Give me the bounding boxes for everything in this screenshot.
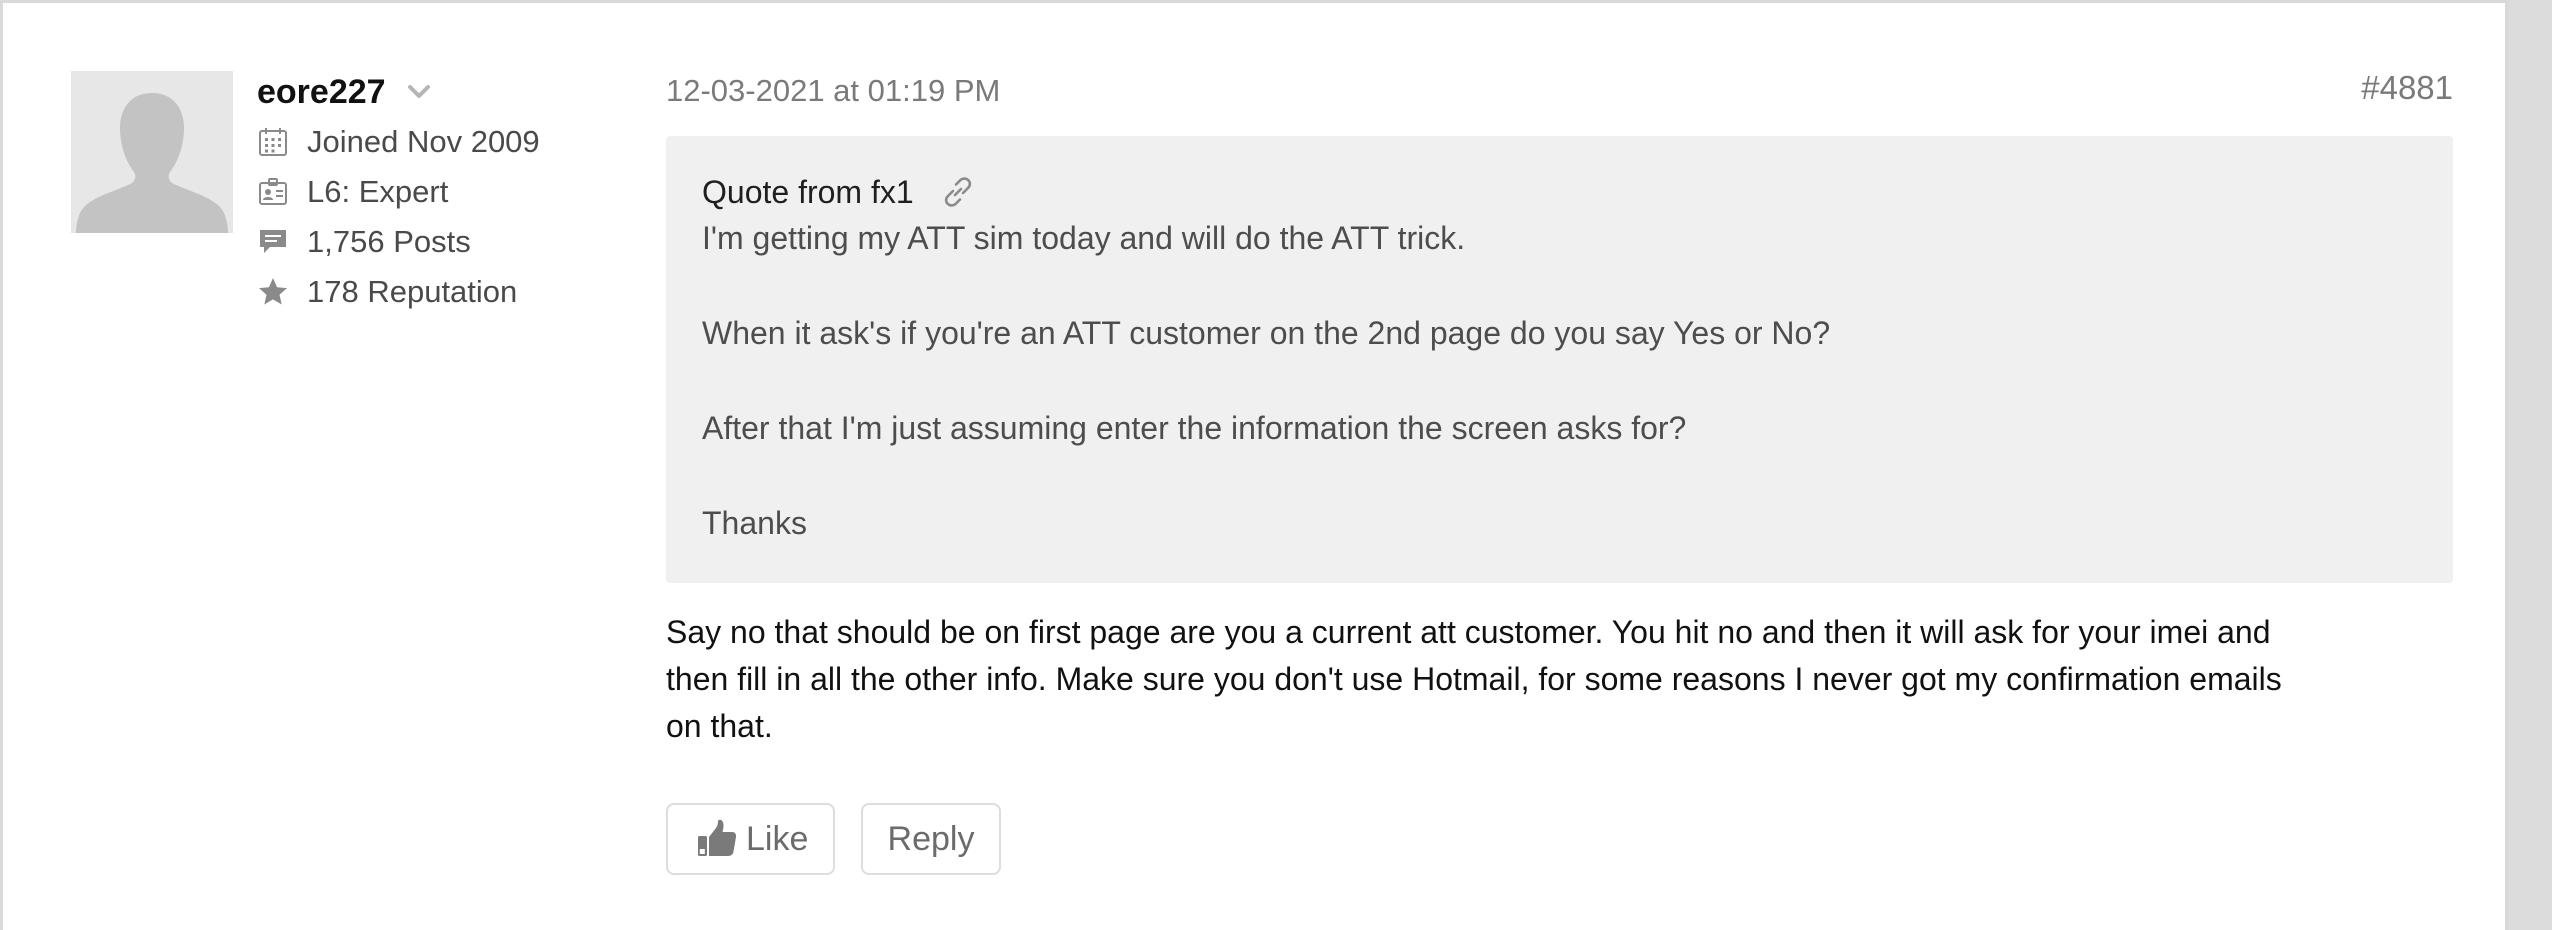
reputation-text: 178 Reputation	[307, 274, 518, 309]
star-icon	[257, 276, 289, 308]
post-body-line: Say no that should be on first page are …	[666, 614, 2271, 650]
post-body: Say no that should be on first page are …	[666, 609, 2466, 750]
post-card: eore227 Joined Nov 2009 L6: Expert 1,756…	[0, 0, 2508, 930]
default-user-avatar-icon[interactable]	[71, 71, 233, 233]
post-body-line: on that.	[666, 708, 773, 744]
speech-bubble-icon	[257, 226, 289, 258]
like-button[interactable]: Like	[666, 803, 835, 875]
quote-header: Quote from fx1	[702, 170, 2417, 214]
author-stats: Joined Nov 2009 L6: Expert 1,756 Posts 1…	[257, 117, 540, 317]
post-count-link[interactable]: 1,756 Posts	[307, 224, 471, 260]
user-level-text: L6: Expert	[307, 174, 449, 209]
thumbs-up-icon	[696, 817, 738, 861]
stat-level: L6: Expert	[257, 167, 540, 217]
id-badge-icon	[257, 176, 289, 208]
quote-line: Thanks	[702, 505, 807, 541]
forum-post-page: eore227 Joined Nov 2009 L6: Expert 1,756…	[0, 0, 2552, 930]
stat-reputation: 178 Reputation	[257, 267, 540, 317]
joined-date-text: Joined Nov 2009	[307, 124, 540, 159]
post-permalink[interactable]: #4881	[2361, 69, 2453, 106]
post-number-container: #4881	[2253, 69, 2453, 107]
post-actions: Like Reply	[666, 803, 1001, 875]
quote-line: I'm getting my ATT sim today and will do…	[702, 220, 1466, 256]
scrollbar-gutter[interactable]	[2508, 0, 2552, 930]
author-header: eore227	[257, 67, 432, 117]
post-timestamp: 12-03-2021 at 01:19 PM	[666, 73, 1001, 108]
calendar-icon	[257, 126, 289, 158]
stat-posts: 1,756 Posts	[257, 217, 540, 267]
stat-joined: Joined Nov 2009	[257, 117, 540, 167]
like-label: Like	[746, 819, 809, 858]
reply-button[interactable]: Reply	[861, 803, 1001, 875]
username-link[interactable]: eore227	[257, 73, 386, 112]
quote-line: After that I'm just assuming enter the i…	[702, 410, 1687, 446]
quote-line: When it ask's if you're an ATT customer …	[702, 315, 1831, 351]
quote-block: Quote from fx1 I'm getting my ATT sim to…	[666, 136, 2453, 583]
chevron-down-icon[interactable]	[406, 79, 432, 105]
link-icon[interactable]	[940, 174, 976, 210]
quote-author-label: Quote from fx1	[702, 173, 914, 210]
post-body-line: then fill in all the other info. Make su…	[666, 661, 2282, 697]
